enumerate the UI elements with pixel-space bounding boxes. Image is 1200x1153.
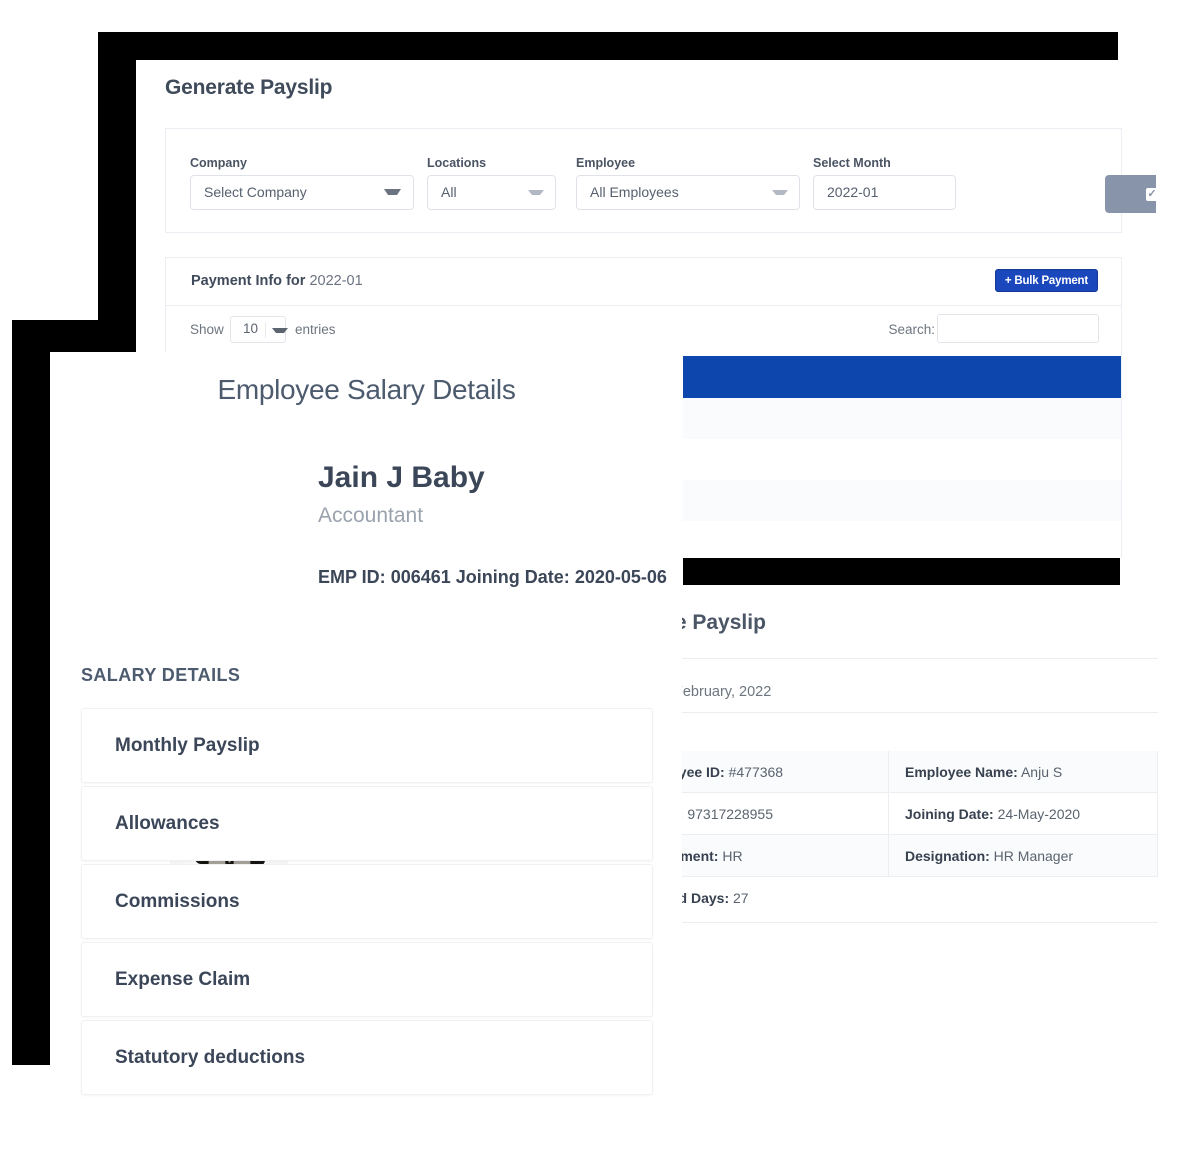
field-value: Anju S (1020, 764, 1063, 780)
field-value: 24-May-2020 (997, 806, 1081, 822)
field-value: 27 (733, 890, 749, 906)
field-value: HR Manager (993, 848, 1074, 864)
accordion-item-commissions[interactable]: Commissions (81, 864, 653, 939)
divider (265, 322, 266, 338)
payslip-period-value: February, 2022 (682, 684, 772, 700)
employee-select[interactable]: All Employees (576, 175, 800, 210)
select-month-input[interactable]: 2022-01 (813, 175, 956, 210)
accordion-item-label: Statutory deductions (115, 1047, 306, 1068)
field-value: 97317228955 (687, 806, 773, 822)
entries-suffix-label: entries (295, 322, 336, 337)
page-title: Generate Payslip (165, 76, 333, 99)
payslip-detail-row: Department: HR Designation: HR Manager (682, 835, 1158, 877)
chevron-down-icon (384, 189, 401, 201)
employee-role: Accountant (318, 504, 424, 527)
payslip-details-grid: Employee ID: #477368 Employee Name: Anju… (682, 751, 1158, 919)
field-label: Designation: (905, 848, 990, 864)
filter-panel: Company Select Company Locations All Emp… (165, 128, 1156, 233)
employee-salary-details-card: Employee Salary Details Jain J Baby Acco… (50, 352, 683, 1097)
field-label: Worked Days: (682, 890, 730, 906)
chevron-down-icon (272, 328, 288, 338)
table-search-input[interactable] (937, 314, 1099, 343)
accordion-item-expense-claim[interactable]: Expense Claim (81, 942, 653, 1017)
payslip-detail-row: Employee ID: #477368 Employee Name: Anju… (682, 751, 1158, 793)
field-label: Department: (682, 848, 719, 864)
accordion-item-statutory-deductions[interactable]: Statutory deductions (81, 1020, 653, 1095)
entries-per-page-value: 10 (243, 321, 259, 336)
employee-meta-line: EMP ID: 006461 Joining Date: 2020-05-06 (318, 567, 667, 588)
locations-select[interactable]: All (427, 175, 556, 210)
accordion-item-allowances[interactable]: Allowances (81, 786, 653, 861)
payslip-field-designation: Designation: HR Manager (889, 835, 1158, 877)
payslip-detail-row: Phone: 97317228955 Joining Date: 24-May-… (682, 793, 1158, 835)
field-label: Joining Date: (905, 806, 994, 822)
payslip-field-worked-days: Worked Days: 27 (682, 877, 1158, 919)
salary-details-accordion: Monthly Payslip Allowances Commissions E… (81, 708, 653, 1097)
entries-per-page-select[interactable]: 10 (230, 316, 288, 343)
joining-date-value: 2020-05-06 (574, 567, 667, 587)
payslip-field-employee-id: Employee ID: #477368 (682, 751, 889, 793)
employee-payslip-title: ployee Payslip (682, 611, 766, 634)
payment-info-title: Payment Info for 2022-01 (191, 273, 363, 289)
payslip-field-department: Department: HR (682, 835, 889, 877)
payslip-field-phone: Phone: 97317228955 (682, 793, 889, 835)
checkbox-checked-icon: ✓ (1145, 187, 1156, 201)
joining-date-label: Joining Date: (455, 567, 570, 587)
field-label: Phone: (682, 806, 683, 822)
filter-label-company: Company (190, 156, 247, 170)
search-button[interactable]: ✓ Search (1105, 175, 1156, 213)
accordion-item-label: Monthly Payslip (115, 735, 260, 756)
emp-id-value: 006461 (390, 567, 451, 587)
divider (682, 712, 1158, 713)
salary-card-title: Employee Salary Details (217, 374, 516, 405)
field-label: Employee Name: (905, 764, 1018, 780)
field-label: Employee ID: (682, 764, 725, 780)
payment-info-label: Payment Info for (191, 273, 306, 289)
accordion-item-label: Commissions (115, 891, 240, 912)
locations-select-value: All (441, 184, 457, 200)
divider (682, 922, 1158, 923)
payslip-detail-row: Worked Days: 27 (682, 877, 1158, 919)
filter-label-employee: Employee (576, 156, 636, 170)
employee-name: Jain J Baby (318, 461, 485, 494)
company-select[interactable]: Select Company (190, 175, 414, 210)
filter-label-locations: Locations (427, 156, 487, 170)
bulk-payment-button[interactable]: + Bulk Payment (994, 269, 1098, 292)
field-value: HR (722, 848, 743, 864)
accordion-item-monthly-payslip[interactable]: Monthly Payslip (81, 708, 653, 783)
chevron-down-icon (772, 190, 788, 200)
select-month-value: 2022-01 (827, 184, 879, 200)
table-search-label: Search: (888, 322, 935, 337)
accordion-item-label: Allowances (115, 813, 220, 834)
employee-payslip-card: ployee Payslip ayslip - February, 2022 E… (682, 585, 1158, 974)
accordion-item-label: Expense Claim (115, 969, 251, 990)
filter-label-select-month: Select Month (813, 156, 891, 170)
salary-details-section-title: SALARY DETAILS (81, 665, 241, 685)
datatable-controls: Show 10 entries Search: (166, 306, 1121, 356)
bulk-payment-label: + Bulk Payment (1004, 274, 1088, 287)
employee-select-value: All Employees (590, 184, 679, 200)
payslip-field-employee-name: Employee Name: Anju S (889, 751, 1158, 793)
divider (682, 658, 1158, 659)
payslip-field-joining-date: Joining Date: 24-May-2020 (889, 793, 1158, 835)
payment-info-header: Payment Info for 2022-01 + Bulk Payment (166, 258, 1121, 306)
payslip-period: ayslip - February, 2022 (682, 684, 771, 700)
payment-info-month: 2022-01 (309, 273, 363, 289)
company-select-value: Select Company (204, 184, 307, 200)
show-entries-label: Show (190, 322, 224, 337)
chevron-down-icon (528, 190, 544, 200)
screenshot-stage: Generate Payslip Company Select Company … (0, 0, 1200, 1153)
emp-id-label: EMP ID: (318, 567, 386, 587)
field-value: #477368 (728, 764, 784, 780)
